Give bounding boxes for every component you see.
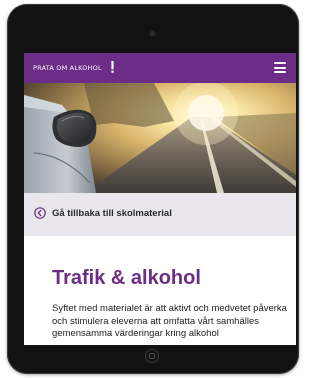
back-to-school-material-link[interactable]: Gå tillbaka till skolmaterial (24, 193, 296, 236)
intro-paragraph: Syftet med materialet är att aktivt och … (52, 303, 287, 339)
site-logo-text[interactable]: PRATA OM ALKOHOL (33, 64, 102, 72)
arrow-left-circle-icon (34, 207, 46, 219)
hamburger-menu-icon[interactable] (274, 62, 286, 73)
tablet-device-frame: PRATA OM ALKOHOL Gå tillbaka till skolma… (7, 4, 299, 374)
logo-exclamation-mark (111, 61, 114, 73)
road-sunset-photo (24, 83, 296, 193)
hero-image (24, 83, 296, 193)
tablet-screen: PRATA OM ALKOHOL Gå tillbaka till skolma… (24, 53, 296, 345)
page-title: Trafik & alkohol (52, 267, 201, 289)
front-camera (150, 31, 155, 36)
top-navigation-bar: PRATA OM ALKOHOL (24, 53, 296, 83)
home-button[interactable] (145, 349, 159, 363)
back-link-label: Gå tillbaka till skolmaterial (52, 208, 172, 219)
